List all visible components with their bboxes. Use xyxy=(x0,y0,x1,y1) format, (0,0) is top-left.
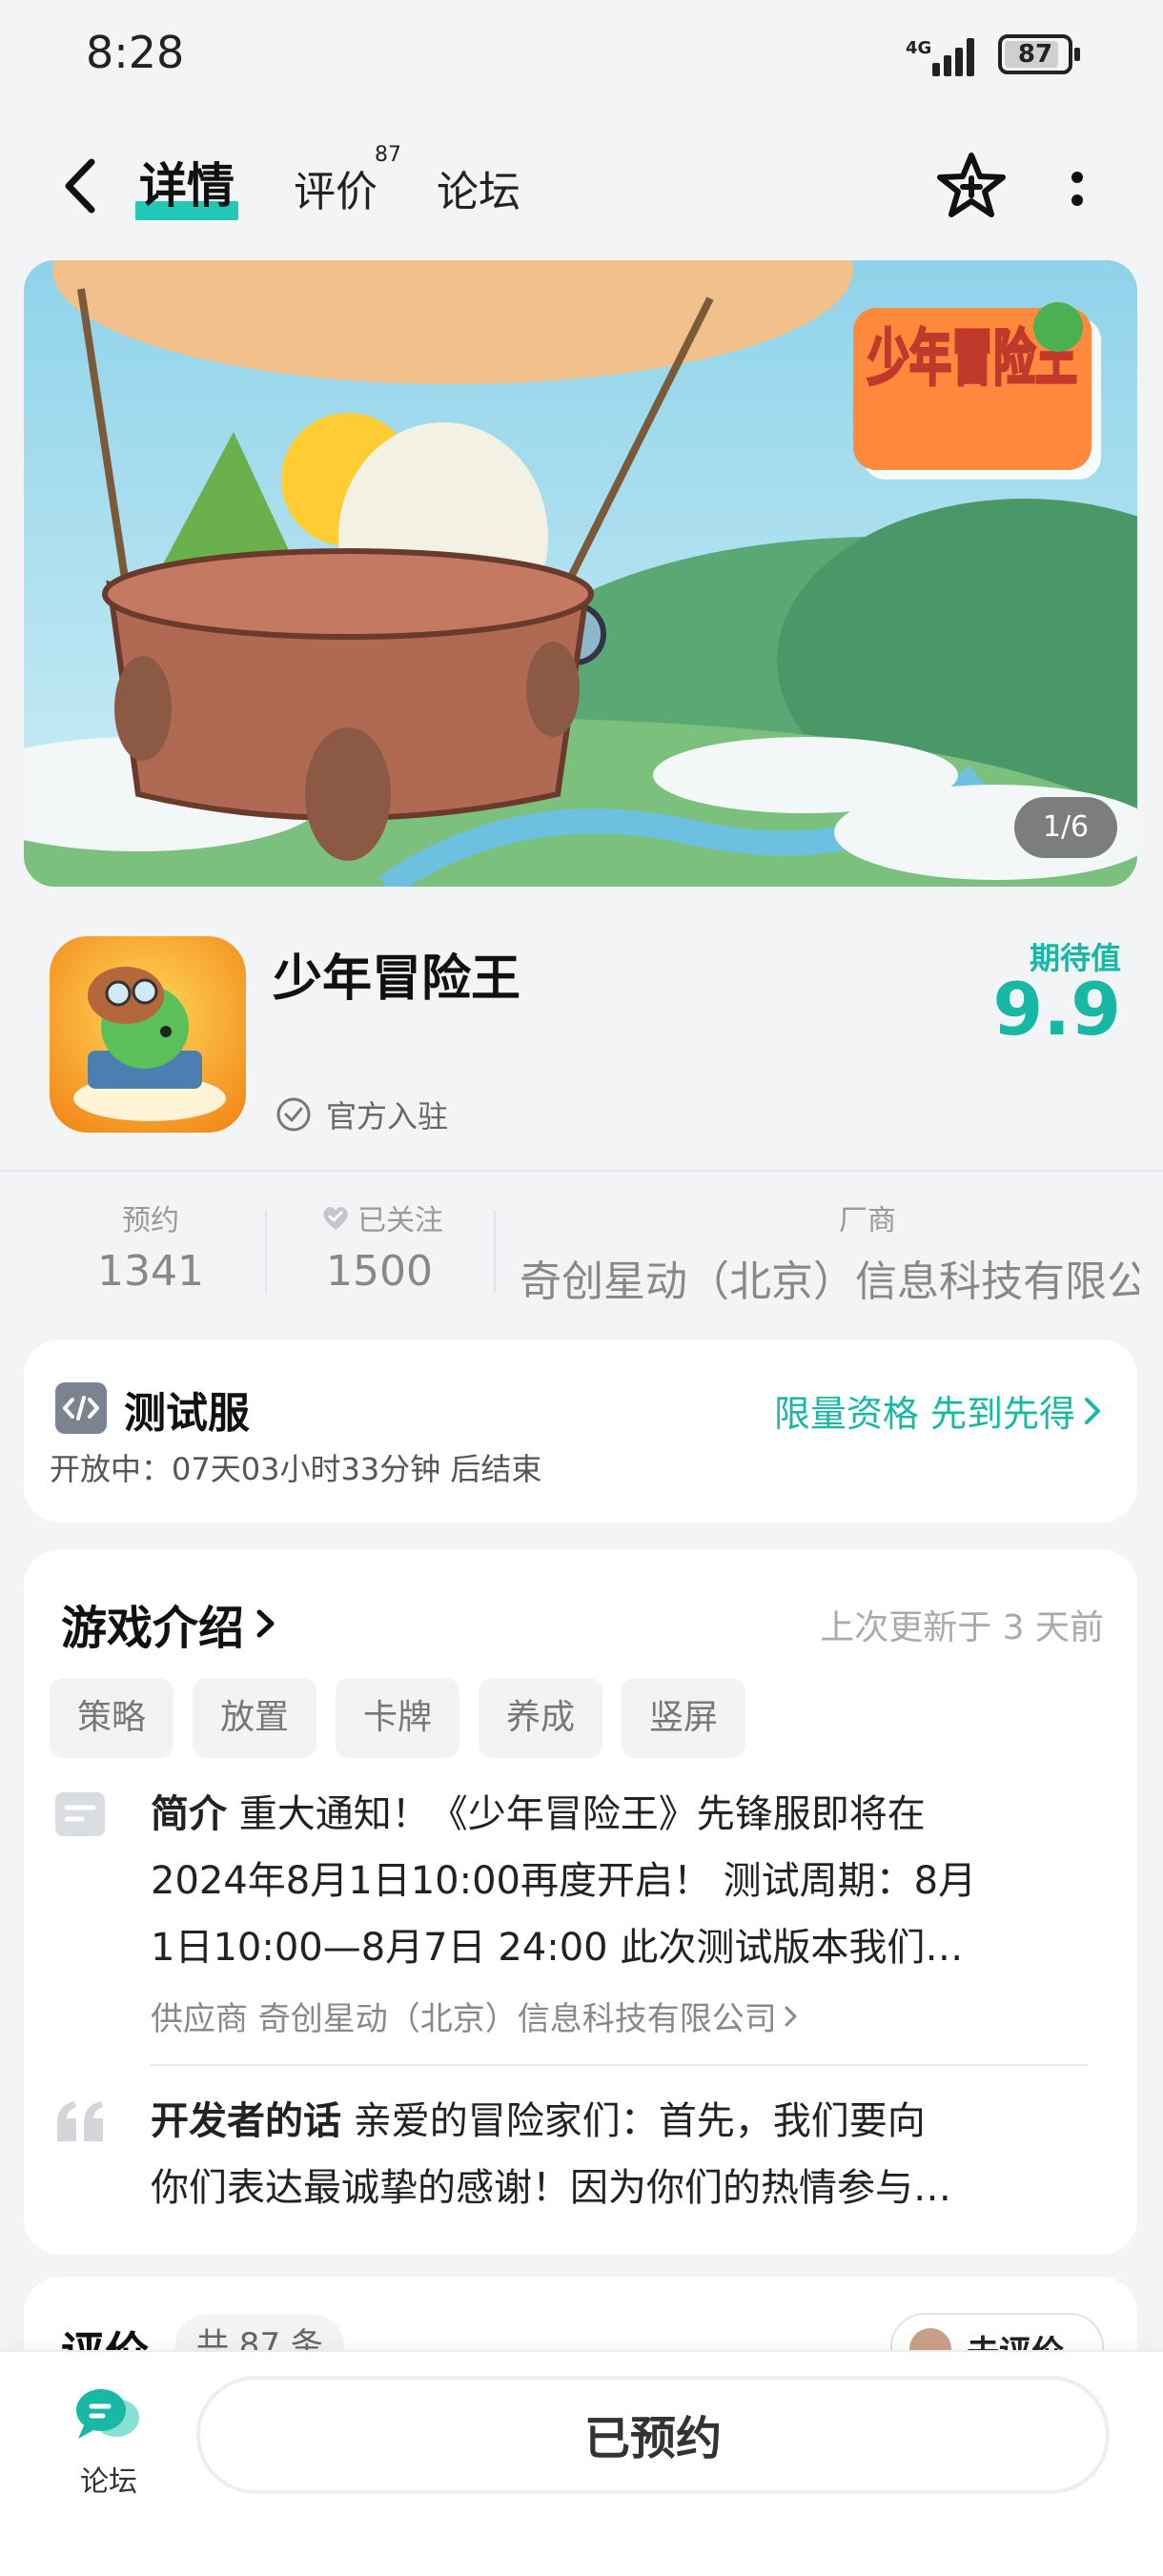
banner-illustration: 少年冒险王 xyxy=(24,260,1137,887)
screenshot-carousel[interactable]: 少年冒险王 xyxy=(24,260,1137,887)
supplier-link[interactable]: 供应商 奇创星动（北京）信息科技有限公司 xyxy=(151,1993,800,2039)
tab-forum[interactable]: 论坛 xyxy=(437,157,520,218)
developer-label: 开发者的话 xyxy=(151,2099,341,2143)
check-circle-icon xyxy=(276,1097,311,1132)
intro-title: 游戏介绍 xyxy=(61,1602,245,1655)
tag[interactable]: 放置 xyxy=(193,1678,316,1758)
expect-score: 9.9 xyxy=(992,967,1121,1052)
vendor-link[interactable]: 奇创星动（北京）信息科技有限公司 xyxy=(520,1247,1139,1304)
carousel-counter: 1/6 xyxy=(1014,797,1117,858)
intro-title-link[interactable]: 游戏介绍 xyxy=(61,1590,278,1657)
tab-reviews-count: 87 xyxy=(375,143,401,167)
battery-icon: 87 xyxy=(998,34,1080,74)
official-label: 官方入驻 xyxy=(326,1098,449,1135)
test-server-title: 测试服 xyxy=(124,1389,250,1438)
app-icon xyxy=(50,936,246,1133)
test-server-link-label: 限量资格 先到先得 xyxy=(773,1393,1075,1435)
status-time: 8:28 xyxy=(86,27,185,78)
summary-icon xyxy=(55,1792,105,1836)
divider xyxy=(151,2064,1089,2066)
follow-count: 1500 xyxy=(326,1247,433,1296)
tag[interactable]: 竖屏 xyxy=(622,1678,745,1758)
test-server-status: 开放中：07天03小时33分钟 后结束 xyxy=(50,1451,542,1487)
follow-label: 已关注 xyxy=(357,1204,443,1237)
forum-label: 论坛 xyxy=(80,2465,137,2499)
stat-separator xyxy=(265,1211,267,1293)
summary-line: 1日10:00—8月7日 24:00 此次测试版本我们… xyxy=(151,1926,964,1970)
reserve-count: 1341 xyxy=(97,1247,204,1296)
tab-detail-label: 详情 xyxy=(139,158,235,214)
more-vertical-icon xyxy=(1071,172,1083,206)
tab-detail[interactable]: 详情 xyxy=(135,148,238,220)
supplier-text: 供应商 奇创星动（北京）信息科技有限公司 xyxy=(151,2000,777,2038)
signal-icon: 4G xyxy=(906,36,982,76)
developer-line: 亲爱的冒险家们：首先，我们要向 xyxy=(353,2099,926,2143)
stat-separator xyxy=(494,1211,496,1293)
vendor-name: 奇创星动（北京）信息科技有限公司 xyxy=(520,1257,1139,1304)
reserved-button[interactable]: 已预约 xyxy=(196,2376,1110,2494)
tag[interactable]: 策略 xyxy=(50,1678,173,1758)
back-arrow-icon xyxy=(65,158,95,214)
official-badge: 官方入驻 xyxy=(275,1093,448,1136)
network-label: 4G xyxy=(906,38,932,58)
summary-line: 重大通知！《少年冒险王》先锋服即将在 xyxy=(238,1792,926,1836)
forum-chat-icon xyxy=(76,2389,139,2439)
summary-label: 简介 xyxy=(151,1792,227,1836)
favorite-button[interactable] xyxy=(936,151,1007,221)
tag[interactable]: 卡牌 xyxy=(336,1678,459,1758)
test-server-link[interactable]: 限量资格 先到先得 xyxy=(774,1384,1104,1437)
chevron-right-icon xyxy=(1085,1397,1100,1424)
vendor-label: 厂商 xyxy=(839,1204,896,1237)
quote-icon xyxy=(53,2097,109,2145)
developer-words[interactable]: 开发者的话 亲爱的冒险家们：首先，我们要向 你们表达最诚挚的感谢！因为你们的热情… xyxy=(151,2088,1085,2221)
code-icon xyxy=(55,1382,107,1434)
forum-button[interactable] xyxy=(71,2383,147,2460)
tab-reviews[interactable]: 评价 xyxy=(294,157,377,218)
chevron-right-icon xyxy=(785,2006,797,2026)
battery-level: 87 xyxy=(1017,40,1053,69)
reserve-label: 预约 xyxy=(122,1204,179,1237)
heart-check-icon xyxy=(323,1207,348,1230)
follow-label-group: 已关注 xyxy=(305,1196,458,1238)
summary-line: 2024年8月1日10:00再度开启！ 测试周期：8月 xyxy=(151,1859,977,1903)
summary-text[interactable]: 简介 重大通知！《少年冒险王》先锋服即将在 2024年8月1日10:00再度开启… xyxy=(151,1781,1085,1981)
back-button[interactable] xyxy=(57,153,105,219)
intro-updated: 上次更新于 3 天前 xyxy=(820,1608,1104,1647)
tag[interactable]: 养成 xyxy=(479,1678,602,1758)
developer-line: 你们表达最诚挚的感谢！因为你们的热情参与… xyxy=(151,2166,951,2210)
star-plus-icon xyxy=(937,153,1006,217)
divider xyxy=(0,1170,1163,1172)
app-name: 少年冒险王 xyxy=(273,951,521,1008)
chevron-right-icon xyxy=(256,1609,275,1638)
more-button[interactable] xyxy=(1058,160,1096,217)
